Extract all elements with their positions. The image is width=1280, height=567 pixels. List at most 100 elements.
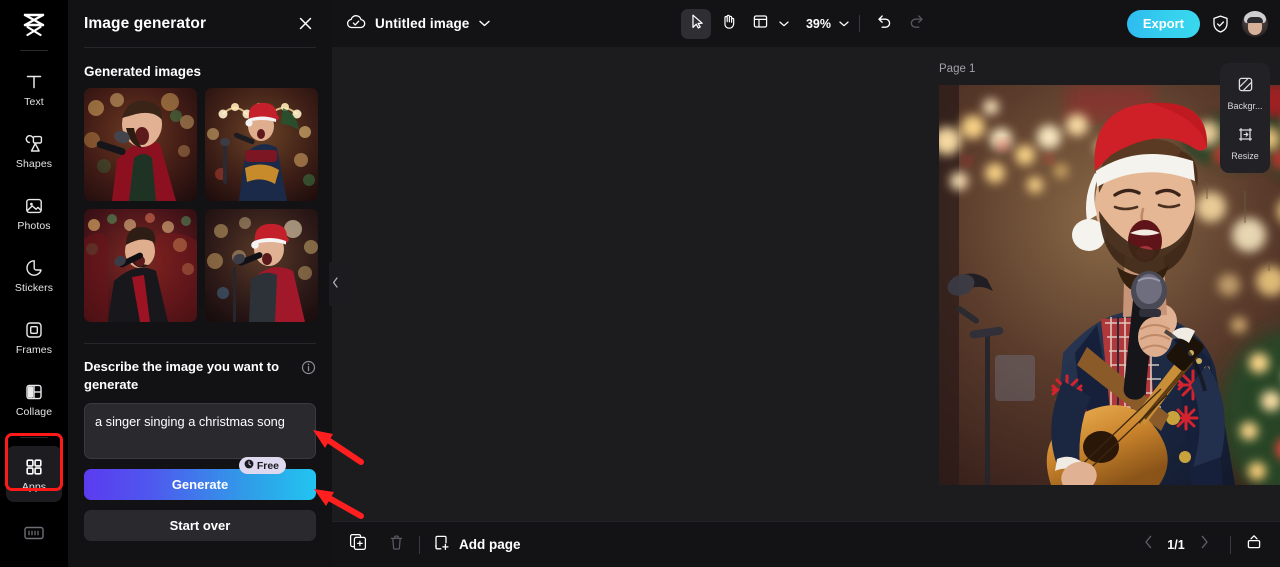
photos-icon xyxy=(23,195,45,217)
resize-icon xyxy=(1237,126,1254,148)
delete-page-button[interactable] xyxy=(386,534,406,556)
sidebar-item-label: Text xyxy=(24,95,44,108)
toolbar-left-group: Untitled image xyxy=(346,14,491,34)
chevron-left-icon xyxy=(1144,535,1153,554)
undo-button[interactable] xyxy=(869,9,899,39)
info-icon[interactable] xyxy=(301,360,316,375)
prompt-label-row: Describe the image you want to generate xyxy=(84,358,316,393)
resize-label: Resize xyxy=(1231,150,1259,161)
panel-collapse-handle[interactable] xyxy=(329,262,341,306)
sidebar-item-photos[interactable]: Photos xyxy=(6,185,62,241)
layout-chevron-down-icon[interactable] xyxy=(777,17,790,30)
sidebar-item-shapes[interactable]: Shapes xyxy=(6,123,62,179)
page-label: Page 1 xyxy=(939,63,976,75)
duplicate-page-icon xyxy=(349,533,367,556)
panel-header: Image generator xyxy=(68,0,332,47)
resize-button[interactable]: Resize xyxy=(1223,121,1267,165)
avatar-fringe xyxy=(1247,16,1263,23)
app-root: Text Shapes Photos Stickers Frames Colla… xyxy=(0,0,1280,567)
generated-image-thumbnail[interactable] xyxy=(84,88,197,201)
sidebar-item-label: Apps xyxy=(21,480,47,493)
background-button[interactable]: Backgr... xyxy=(1223,71,1267,115)
panel-section-divider xyxy=(84,343,316,344)
top-toolbar: Untitled image 39% Export xyxy=(332,0,1280,47)
rail-divider-bottom xyxy=(20,437,48,438)
toolbar-divider xyxy=(859,15,861,32)
sidebar-item-apps[interactable]: Apps xyxy=(6,446,62,502)
capcut-logo-icon[interactable] xyxy=(19,10,49,42)
prompt-input[interactable]: a singer singing a christmas song xyxy=(84,403,316,460)
generated-images-grid xyxy=(84,88,318,322)
generated-image-thumbnail[interactable] xyxy=(205,88,318,201)
next-page-button[interactable] xyxy=(1191,532,1217,558)
clock-icon xyxy=(244,459,254,472)
duplicate-page-button[interactable] xyxy=(348,533,368,556)
trash-icon xyxy=(388,534,405,556)
panel-body: Generated images Describe the image you … xyxy=(68,48,332,567)
chevron-left-icon xyxy=(332,275,339,293)
generated-image-thumbnail[interactable] xyxy=(205,209,318,322)
sidebar-item-label: Collage xyxy=(15,405,53,418)
zoom-level[interactable]: 39% xyxy=(798,17,835,31)
keyboard-shortcuts-button[interactable] xyxy=(0,524,68,547)
start-over-button[interactable]: Start over xyxy=(84,510,316,542)
free-badge: Free xyxy=(238,457,286,475)
sidebar-item-label: Frames xyxy=(15,343,53,356)
frames-icon xyxy=(23,319,45,341)
generated-images-title: Generated images xyxy=(84,64,202,79)
panel-title: Image generator xyxy=(84,14,207,32)
toolbar-center-group: 39% xyxy=(680,8,931,39)
add-page-label: Add page xyxy=(459,537,521,552)
cloud-check-icon xyxy=(346,14,366,34)
prompt-label: Describe the image you want to generate xyxy=(84,359,280,392)
apps-grid-icon xyxy=(23,456,45,478)
page-nav-group: 1/1 xyxy=(1135,532,1264,558)
page-nav-divider xyxy=(1230,535,1231,554)
prev-page-button[interactable] xyxy=(1135,532,1161,558)
cursor-arrow-icon xyxy=(687,13,704,35)
chevron-down-icon[interactable] xyxy=(478,17,491,30)
generated-image-thumbnail[interactable] xyxy=(84,209,197,322)
right-dock: Backgr... Resize xyxy=(1220,63,1270,173)
text-icon xyxy=(23,71,45,93)
background-label: Backgr... xyxy=(1227,100,1263,111)
bottom-toolbar: Add page 1/1 xyxy=(332,521,1280,567)
generate-button-wrap: Free Generate xyxy=(84,457,316,501)
document-title[interactable]: Untitled image xyxy=(375,16,469,31)
page-thumbnails-icon xyxy=(1245,533,1263,556)
redo-button[interactable] xyxy=(901,9,931,39)
stickers-icon xyxy=(23,257,45,279)
left-rail: Text Shapes Photos Stickers Frames Colla… xyxy=(0,0,68,567)
user-avatar[interactable] xyxy=(1242,10,1268,37)
add-page-button[interactable]: Add page xyxy=(433,534,521,555)
export-button[interactable]: Export xyxy=(1126,9,1200,38)
generate-button[interactable]: Generate xyxy=(84,469,316,501)
add-page-icon xyxy=(433,534,451,555)
shapes-icon xyxy=(23,133,45,155)
hand-tool-button[interactable] xyxy=(713,9,743,39)
image-generator-panel: Image generator Generated images Describ… xyxy=(68,0,341,567)
free-badge-label: Free xyxy=(256,459,279,472)
sidebar-item-label: Photos xyxy=(17,219,51,232)
undo-icon xyxy=(876,13,893,35)
sidebar-item-text[interactable]: Text xyxy=(6,61,62,117)
close-icon[interactable] xyxy=(294,13,316,35)
canvas-area[interactable]: Page 1 Backgr... Resize xyxy=(332,47,1280,521)
sidebar-item-collage[interactable]: Collage xyxy=(6,371,62,427)
shield-check-icon[interactable] xyxy=(1211,14,1231,34)
sidebar-item-stickers[interactable]: Stickers xyxy=(6,247,62,303)
select-tool-button[interactable] xyxy=(680,8,711,39)
page-indicator: 1/1 xyxy=(1167,537,1185,552)
zoom-chevron-down-icon[interactable] xyxy=(837,17,850,30)
bottom-divider xyxy=(419,535,420,554)
sidebar-item-frames[interactable]: Frames xyxy=(6,309,62,365)
sidebar-item-label: Shapes xyxy=(15,157,53,170)
redo-icon xyxy=(908,13,925,35)
main-area: Untitled image 39% Export Page 1 Backgr.… xyxy=(332,0,1280,567)
chevron-right-icon xyxy=(1200,535,1209,554)
page-thumbnails-button[interactable] xyxy=(1244,535,1264,555)
rail-divider-top xyxy=(20,50,48,51)
layout-tool-button[interactable] xyxy=(745,9,775,39)
keyboard-icon xyxy=(23,524,45,547)
collage-icon xyxy=(23,381,45,403)
